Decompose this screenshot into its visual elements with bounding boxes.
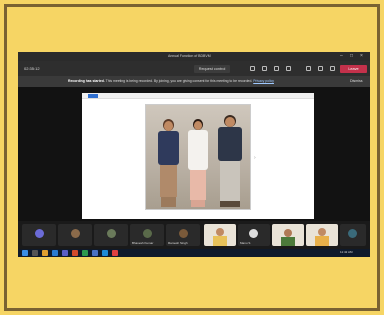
app-icon[interactable] bbox=[112, 250, 118, 256]
dismiss-button[interactable]: Dismiss bbox=[350, 79, 363, 83]
start-icon[interactable] bbox=[22, 250, 28, 256]
participant-name: Manu S bbox=[240, 241, 251, 245]
window-title-bar: Annual Function of BDBVM – □ × bbox=[18, 52, 370, 61]
person-1-top bbox=[158, 131, 179, 165]
search-icon[interactable] bbox=[32, 250, 38, 256]
chat-icon[interactable] bbox=[250, 66, 255, 71]
shared-screen-toolbar bbox=[82, 93, 314, 99]
excel-icon[interactable] bbox=[82, 250, 88, 256]
shared-tab bbox=[88, 94, 98, 98]
avatar bbox=[107, 229, 116, 238]
avatar bbox=[35, 229, 44, 238]
maximize-icon[interactable]: □ bbox=[350, 53, 353, 59]
close-icon[interactable]: × bbox=[360, 53, 363, 59]
file-explorer-icon[interactable] bbox=[42, 250, 48, 256]
video-face bbox=[284, 229, 292, 237]
leave-button[interactable]: Leave bbox=[340, 65, 367, 73]
meeting-timer: 02:35:12 bbox=[24, 66, 40, 71]
edge-icon[interactable] bbox=[52, 250, 58, 256]
request-control-button[interactable]: Request control bbox=[194, 65, 230, 73]
minimize-icon[interactable]: – bbox=[340, 53, 343, 59]
participant-name: Bhavesh Kumar bbox=[132, 241, 154, 245]
privacy-policy-link[interactable]: Privacy policy bbox=[253, 79, 274, 83]
windows-taskbar: 11:42 AM bbox=[18, 249, 370, 257]
person-1-lower bbox=[160, 165, 177, 197]
avatar bbox=[143, 229, 152, 238]
participant-tile[interactable]: Manu S bbox=[238, 224, 270, 246]
person-2-lower bbox=[190, 170, 206, 200]
word-icon[interactable] bbox=[92, 250, 98, 256]
participant-tile[interactable] bbox=[58, 224, 92, 246]
video-body bbox=[213, 236, 227, 246]
camera-icon[interactable] bbox=[306, 66, 311, 71]
person-1-feet bbox=[161, 197, 176, 207]
person-1 bbox=[154, 119, 182, 209]
recording-notice: Recording has started. This meeting is b… bbox=[18, 77, 370, 87]
participant-tile[interactable]: Ramesh Singh bbox=[166, 224, 200, 246]
person-2-feet bbox=[191, 200, 205, 207]
meeting-toolbar: 02:35:12 Request control Leave bbox=[18, 61, 370, 77]
person-3 bbox=[214, 115, 246, 209]
participant-tile[interactable]: Bhavesh Kumar bbox=[130, 224, 164, 246]
office-icon[interactable] bbox=[72, 250, 78, 256]
people-icon[interactable] bbox=[262, 66, 267, 71]
shared-photo bbox=[145, 104, 251, 210]
person-2-top bbox=[188, 130, 208, 170]
mic-icon[interactable] bbox=[318, 66, 323, 71]
recording-notice-text: Recording has started. This meeting is b… bbox=[68, 79, 274, 83]
avatar bbox=[249, 229, 258, 238]
recording-notice-body: This meeting is being recorded. By joini… bbox=[105, 79, 253, 83]
teams-meeting-window: Annual Function of BDBVM – □ × 02:35:12 … bbox=[18, 52, 370, 257]
taskbar-clock: 11:42 AM bbox=[340, 250, 353, 254]
person-3-shoes bbox=[220, 201, 240, 207]
video-face bbox=[318, 228, 326, 236]
participant-name: Ramesh Singh bbox=[168, 241, 188, 245]
avatar bbox=[348, 229, 357, 238]
window-title: Annual Function of BDBVM bbox=[168, 54, 211, 58]
outlook-icon[interactable] bbox=[102, 250, 108, 256]
participant-tile[interactable] bbox=[340, 224, 366, 246]
video-face bbox=[216, 228, 224, 236]
share-icon[interactable] bbox=[330, 66, 335, 71]
participant-tile[interactable] bbox=[22, 224, 56, 246]
person-3-face bbox=[225, 117, 235, 127]
avatar bbox=[71, 229, 80, 238]
meeting-stage: › Anil Sajwan bbox=[18, 87, 370, 249]
raise-hand-icon[interactable] bbox=[274, 66, 279, 71]
participant-strip: Bhavesh Kumar Ramesh Singh Manu S bbox=[18, 221, 370, 249]
video-tile[interactable] bbox=[306, 224, 338, 246]
participant-tile[interactable] bbox=[94, 224, 128, 246]
more-options-icon[interactable] bbox=[286, 66, 291, 71]
video-tile[interactable] bbox=[204, 224, 236, 246]
video-body bbox=[281, 237, 295, 246]
video-body bbox=[315, 236, 329, 246]
person-1-face bbox=[164, 121, 173, 131]
person-2-face bbox=[194, 121, 202, 130]
avatar bbox=[179, 229, 188, 238]
shared-screen: › bbox=[82, 93, 314, 219]
video-tile[interactable] bbox=[272, 224, 304, 246]
recording-notice-bold: Recording has started. bbox=[68, 79, 105, 83]
chevron-right-icon[interactable]: › bbox=[254, 155, 256, 161]
teams-icon[interactable] bbox=[62, 250, 68, 256]
person-2 bbox=[184, 119, 212, 209]
person-3-shirt bbox=[218, 127, 242, 161]
person-3-trousers bbox=[220, 161, 240, 201]
